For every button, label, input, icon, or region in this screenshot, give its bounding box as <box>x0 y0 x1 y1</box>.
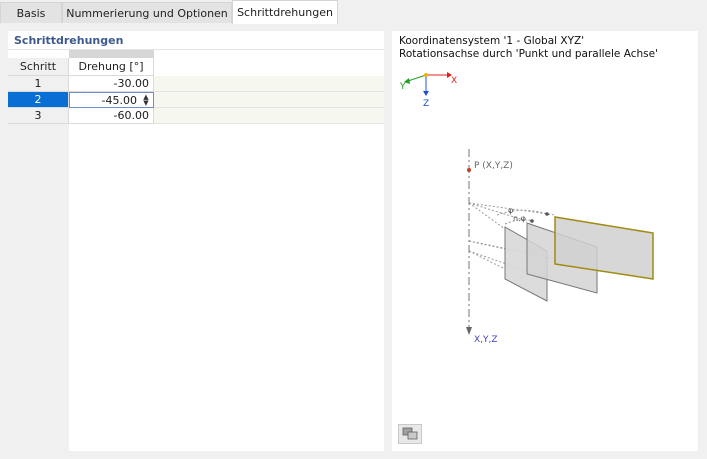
axis-x-label: X <box>451 76 457 86</box>
axis-y-label: Y <box>399 82 406 92</box>
tab-schrittdrehungen[interactable]: Schrittdrehungen <box>232 0 338 24</box>
view-options-icon <box>402 427 418 440</box>
point-label: P (X,Y,Z) <box>474 161 513 171</box>
grid-header-band <box>69 50 154 58</box>
row-header-selected[interactable]: 2 <box>8 92 69 108</box>
section-divider <box>8 49 384 50</box>
table-row-filler <box>154 92 384 108</box>
rotation-cell[interactable]: -60.00 <box>69 108 154 124</box>
axis-z-label: Z <box>423 99 429 109</box>
tab-nummerierung-und-optionen[interactable]: Nummerierung und Optionen <box>62 2 232 23</box>
steps-panel: Schrittdrehungen Schritt Drehung [°] 1 -… <box>8 31 384 451</box>
section-title: Schrittdrehungen <box>14 34 124 47</box>
tab-bar: Basis Nummerierung und Optionen Schrittd… <box>0 0 707 24</box>
table-row-filler <box>154 108 384 124</box>
nphi-label: n.φ <box>513 214 526 223</box>
rotation-diagram: X Y Z P (X,Y,Z) X,Y,Z φ n.φ <box>399 72 654 345</box>
column-header-drehung[interactable]: Drehung [°] <box>69 58 154 76</box>
rotation-input-value: -45.00 <box>101 94 137 107</box>
rotation-input[interactable]: -45.00 ▲ ▼ <box>69 92 154 108</box>
spin-updown-icon[interactable]: ▲ ▼ <box>142 94 150 107</box>
table-row-filler <box>154 76 384 92</box>
tab-basis[interactable]: Basis <box>0 2 62 23</box>
axis-label: X,Y,Z <box>474 335 498 345</box>
view-options-button[interactable] <box>398 424 422 444</box>
axis-triad-icon: X Y Z <box>399 72 457 109</box>
rotation-cell[interactable]: -30.00 <box>69 76 154 92</box>
row-header[interactable]: 1 <box>8 76 69 92</box>
preview-panel: Koordinatensystem '1 - Global XYZ' Rotat… <box>392 31 698 451</box>
column-header-schritt[interactable]: Schritt <box>8 58 69 76</box>
row-header[interactable]: 3 <box>8 108 69 124</box>
